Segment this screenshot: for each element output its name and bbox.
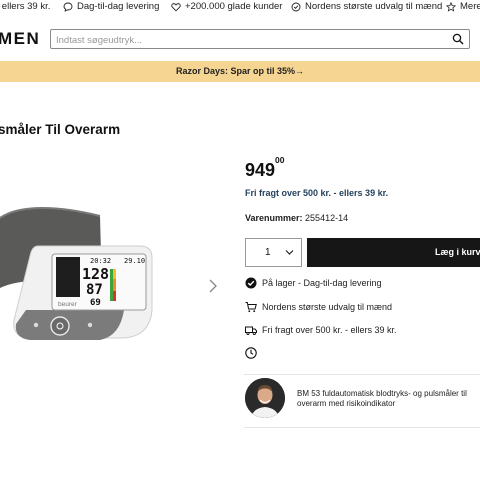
promo-banner[interactable]: Razor Days: Spar op til 35%→ xyxy=(0,61,480,82)
chat-bubble-icon xyxy=(63,2,73,12)
clock-icon xyxy=(245,347,257,359)
site-header: MEN xyxy=(0,13,480,62)
shipping-note[interactable]: Fri fragt over 500 kr. - ellers 39 kr. xyxy=(245,188,388,198)
info-line-selection: Nordens største udvalg til mænd xyxy=(245,301,392,313)
heart-icon xyxy=(171,2,181,11)
usp-item-label: Dag-til-dag levering xyxy=(77,0,160,12)
info-line-stock: På lager - Dag-til-dag levering xyxy=(245,277,382,289)
info-line-label: Nordens største udvalg til mænd xyxy=(262,302,393,312)
search-input[interactable] xyxy=(51,31,446,50)
usp-item-label: - ellers 39 kr. xyxy=(0,0,51,12)
chevron-down-icon xyxy=(285,250,294,255)
display-time: 20:32 xyxy=(90,257,111,265)
truck-icon xyxy=(245,326,257,336)
usp-item-more[interactable]: Mere xyxy=(446,0,480,13)
usp-item-delivery: Dag-til-dag levering xyxy=(63,0,159,13)
sku-label: Varenummer: xyxy=(245,213,303,223)
product-image: 20:32 29.10 128 87 69 beurer xyxy=(0,207,153,340)
expert-text: BM 53 fuldautomatisk blodtryks- og pulsm… xyxy=(297,389,467,408)
price-decimals: 00 xyxy=(275,155,285,165)
cart-icon xyxy=(245,302,257,313)
verified-badge-icon xyxy=(291,2,301,11)
usp-item-label: +200.000 glade kunder xyxy=(185,0,283,12)
info-line-label: Fri fragt over 500 kr. - ellers 39 kr. xyxy=(262,325,397,335)
brand-label: beurer xyxy=(58,301,78,308)
usp-item-label: Nordens største udvalg til mænd xyxy=(305,0,443,12)
usp-item-selection: Nordens største udvalg til mænd xyxy=(291,0,442,13)
site-logo[interactable]: MEN xyxy=(0,29,40,49)
search-box[interactable] xyxy=(50,29,470,50)
sku-value: 255412-14 xyxy=(305,213,349,223)
power-button xyxy=(50,316,70,336)
display-diastolic: 87 xyxy=(86,282,103,298)
info-line-clock xyxy=(245,347,257,359)
usp-item-customers: +200.000 glade kunder xyxy=(171,0,282,13)
sku: Varenummer: 255412-14 xyxy=(245,213,348,223)
display-pulse: 69 xyxy=(90,298,101,308)
info-line-label: På lager - Dag-til-dag levering xyxy=(262,278,382,288)
info-line-shipping: Fri fragt over 500 kr. - ellers 39 kr. xyxy=(245,324,397,336)
star-icon xyxy=(446,1,456,12)
usp-item-shipping: - ellers 39 kr. xyxy=(0,0,50,13)
expert-recommendation: BM 53 fuldautomatisk blodtryks- og pulsm… xyxy=(244,374,480,428)
quantity-select[interactable]: 1 xyxy=(245,238,302,267)
price: 94900 xyxy=(245,155,285,181)
usp-item-label: Mere xyxy=(460,0,480,12)
keypad-panel xyxy=(15,310,124,340)
gallery-next-chevron-icon[interactable] xyxy=(207,279,219,293)
check-circle-icon xyxy=(245,277,257,289)
display-date: 29.10 xyxy=(124,257,145,265)
search-icon[interactable] xyxy=(452,33,464,45)
display-systolic: 128 xyxy=(82,265,109,283)
promo-text[interactable]: Razor Days: Spar op til 35%→ xyxy=(176,66,304,76)
quantity-value: 1 xyxy=(265,247,271,258)
add-to-cart-button[interactable]: Læg i kurv xyxy=(307,238,480,267)
product-title: småler Til Overarm xyxy=(0,122,121,137)
usp-bar: - ellers 39 kr. Dag-til-dag levering +20… xyxy=(0,0,480,13)
avatar xyxy=(245,378,285,418)
price-main: 949 xyxy=(245,160,276,180)
